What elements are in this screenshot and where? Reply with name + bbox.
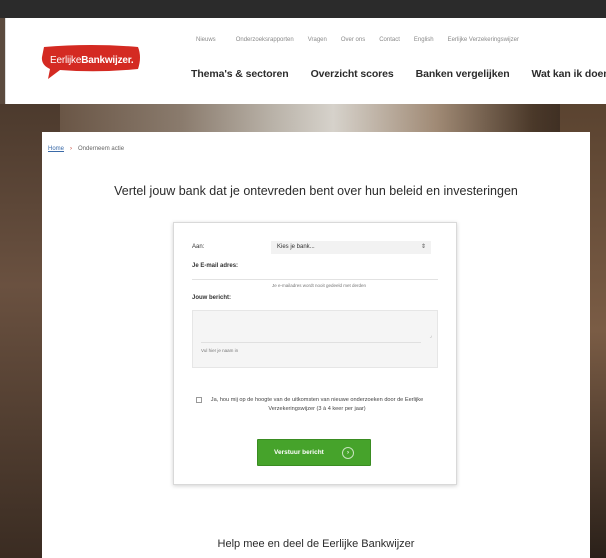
- util-link-news[interactable]: Nieuws: [196, 37, 216, 43]
- send-message-label: Verstuur bericht: [274, 449, 324, 456]
- breadcrumb-home-link[interactable]: Home: [48, 146, 64, 152]
- breadcrumb: Home › Onderneem actie: [48, 146, 124, 152]
- name-hint: Vul hier je naam in: [201, 348, 239, 353]
- share-heading: Help mee en deel de Eerlijke Bankwijzer: [217, 538, 415, 550]
- nav-scores[interactable]: Overzicht scores: [311, 68, 394, 80]
- main-nav: Thema's & sectoren Overzicht scores Bank…: [191, 68, 606, 80]
- util-link-insurance-guide[interactable]: Eerlijke Verzekeringswijzer: [448, 37, 519, 43]
- resize-handle-icon[interactable]: ⌟: [430, 333, 432, 339]
- bank-select[interactable]: Kies je bank... ⇕: [271, 241, 431, 254]
- newsletter-checkbox[interactable]: [196, 397, 202, 403]
- nav-themes[interactable]: Thema's & sectoren: [191, 68, 289, 80]
- message-textarea[interactable]: ⌟ Vul hier je naam in: [192, 310, 438, 368]
- utility-nav: Nieuws Onderzoeksrapporten Vragen Over o…: [196, 37, 533, 43]
- send-message-button[interactable]: Verstuur bericht ›: [257, 439, 371, 466]
- breadcrumb-separator: ›: [70, 146, 73, 152]
- newsletter-checkbox-label[interactable]: Ja, hou mij op de hoogte van de uitkomst…: [207, 396, 427, 414]
- nav-compare[interactable]: Banken vergelijken: [416, 68, 510, 80]
- top-bar: [0, 0, 606, 18]
- util-link-english[interactable]: English: [414, 37, 434, 43]
- bank-select-value: Kies je bank...: [277, 244, 315, 250]
- action-form: Aan: Kies je bank... ⇕ Je E-mail adres: …: [173, 222, 457, 485]
- util-link-contact[interactable]: Contact: [379, 37, 400, 43]
- util-link-about[interactable]: Over ons: [341, 37, 365, 43]
- to-label: Aan:: [192, 244, 205, 250]
- message-text-area-inner: [201, 319, 421, 343]
- content-card: Home › Onderneem actie Vertel jouw bank da…: [42, 132, 590, 558]
- util-link-questions[interactable]: Vragen: [308, 37, 327, 43]
- email-hint: Je e-mailadres wordt nooit gedeeld met d…: [272, 283, 367, 288]
- logo-text: EerlijkeBankwijzer.: [50, 55, 134, 66]
- email-field[interactable]: [192, 268, 438, 280]
- site-header: EerlijkeBankwijzer. Nieuws Onderzoeksrap…: [5, 18, 606, 104]
- util-link-reports[interactable]: Onderzoeksrapporten: [236, 37, 294, 43]
- chevron-right-icon: ›: [342, 447, 354, 459]
- nav-what-can-i-do[interactable]: Wat kan ik doen?: [532, 68, 606, 80]
- message-label: Jouw bericht:: [192, 295, 232, 301]
- breadcrumb-current: Onderneem actie: [78, 146, 125, 152]
- page-title: Vertel jouw bank dat je ontevreden bent …: [114, 184, 518, 198]
- site-logo[interactable]: EerlijkeBankwijzer.: [38, 43, 144, 81]
- updown-arrow-icon: ⇕: [420, 244, 426, 250]
